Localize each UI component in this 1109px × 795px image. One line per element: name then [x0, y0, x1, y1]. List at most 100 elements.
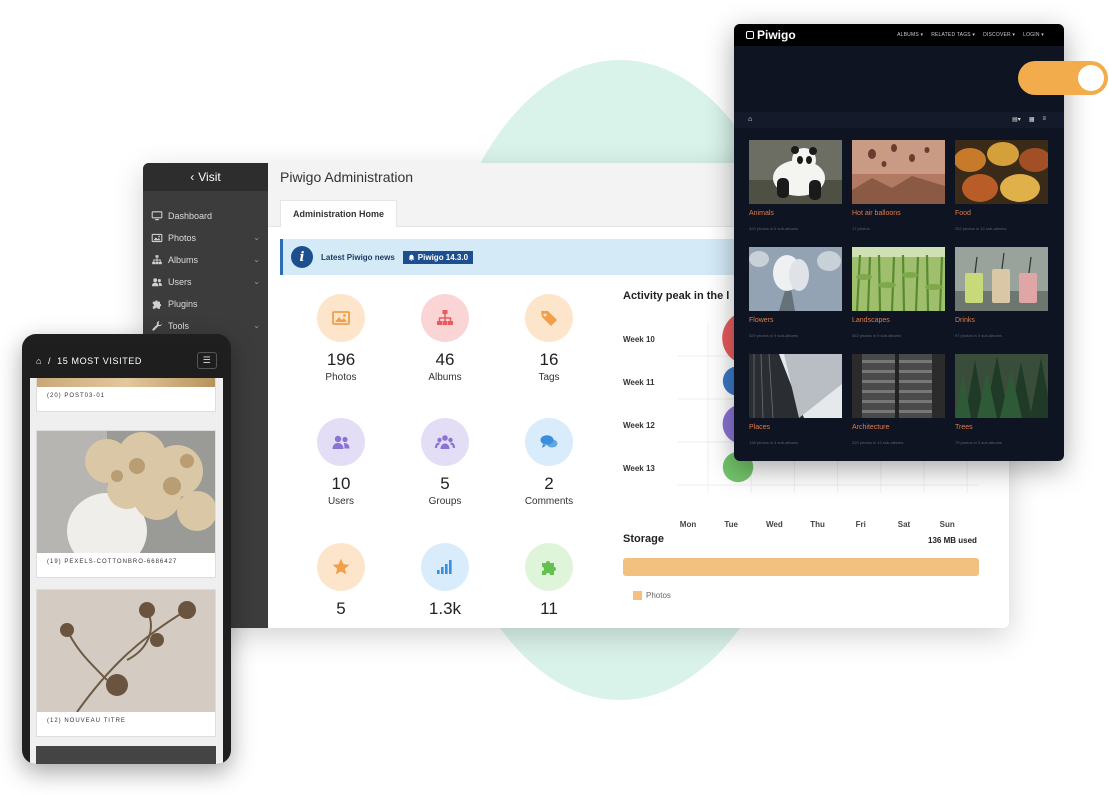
- album-title[interactable]: Drinks: [955, 317, 1048, 324]
- x-tick-label: Fri: [856, 520, 866, 528]
- gallery-navbar: Piwigo ALBUMS ▾ RELATED TAGS ▾ DISCOVER ▾ L…: [734, 24, 1064, 46]
- album-thumbnail: [749, 354, 842, 418]
- tab-administration-home[interactable]: Administration Home: [280, 200, 398, 227]
- mobile-list: (20) POST03-01 (19) PEXELS-COTTONBRO-668…: [30, 378, 223, 764]
- home-icon[interactable]: ⌂: [748, 116, 752, 123]
- list-item[interactable]: (19) PEXELS-COTTONBRO-6686427: [36, 430, 216, 578]
- list-icon[interactable]: ≡: [1042, 116, 1046, 123]
- gallery-nav-item[interactable]: RELATED TAGS ▾: [931, 32, 975, 38]
- stat-card[interactable]: 10 Users: [301, 418, 381, 507]
- album-title[interactable]: Trees: [955, 424, 1048, 431]
- sidebar-item-dashboard[interactable]: Dashboard: [143, 205, 268, 227]
- gallery-nav-item[interactable]: ALBUMS ▾: [897, 32, 923, 38]
- gallery-nav-item[interactable]: LOGIN ▾: [1023, 32, 1044, 38]
- hamburger-menu-button[interactable]: ☰: [197, 352, 217, 369]
- storage-bar: [623, 558, 979, 576]
- album-card-landscapes[interactable]: Landscapes 362 photos in 9 sub-albums: [852, 247, 945, 338]
- album-title[interactable]: Landscapes: [852, 317, 945, 324]
- album-title[interactable]: Flowers: [749, 317, 842, 324]
- photo-caption: (12) NOUVEAU TITRE: [47, 718, 126, 724]
- home-icon[interactable]: ⌂: [36, 356, 42, 366]
- album-card-hot-air-balloons[interactable]: Hot air balloons 17 photos: [852, 140, 945, 231]
- album-thumbnail: [852, 140, 945, 204]
- photo-caption: (20) POST03-01: [47, 393, 106, 399]
- album-title[interactable]: Places: [749, 424, 842, 431]
- signal-icon: [421, 543, 469, 591]
- list-item[interactable]: (20) POST03-01: [36, 378, 216, 412]
- sidebar-item-photos[interactable]: Photos ⌄: [143, 227, 268, 249]
- album-thumbnail: [749, 247, 842, 311]
- stat-card[interactable]: 2 Comments: [509, 418, 589, 507]
- album-card-trees[interactable]: Trees 79 photos in 3 sub-albums: [955, 354, 1048, 445]
- album-title[interactable]: Architecture: [852, 424, 945, 431]
- gallery-nav-menu: ALBUMS ▾ RELATED TAGS ▾ DISCOVER ▾ LOGIN ▾: [897, 32, 1044, 38]
- stat-card[interactable]: 11: [509, 543, 589, 619]
- gallery-tools: ▤▾ ▦ ≡: [1012, 116, 1046, 123]
- chevron-down-icon: ⌄: [253, 321, 260, 330]
- photo-thumbnail: [37, 378, 215, 387]
- sort-icon[interactable]: ▤▾: [1012, 116, 1021, 123]
- gallery-window: Piwigo ALBUMS ▾ RELATED TAGS ▾ DISCOVER ▾ L…: [734, 24, 1064, 461]
- album-card-architecture[interactable]: Architecture 220 photos in 13 sub-albums: [852, 354, 945, 445]
- storage-title: Storage: [623, 533, 664, 545]
- album-meta: 420 photos in 6 sub-albums: [749, 226, 799, 231]
- x-tick-label: Thu: [810, 520, 825, 528]
- grid-icon[interactable]: ▦: [1029, 116, 1035, 123]
- star-icon: [317, 543, 365, 591]
- stat-card[interactable]: 46 Albums: [405, 294, 485, 383]
- album-photo: [955, 247, 1048, 311]
- breadcrumb-separator: /: [48, 356, 52, 366]
- tag-icon: [525, 294, 573, 342]
- x-tick-label: Sat: [898, 520, 911, 528]
- dried-flowers-photo: [37, 590, 215, 712]
- y-tick-label: Week 12: [623, 421, 655, 430]
- visit-button[interactable]: ‹ Visit: [143, 163, 268, 191]
- sidebar-item-albums[interactable]: Albums ⌄: [143, 249, 268, 271]
- album-thumbnail: [955, 354, 1048, 418]
- chevron-down-icon: ⌄: [253, 277, 260, 286]
- stat-value: 46: [435, 350, 455, 369]
- album-photo: [955, 354, 1048, 418]
- stat-label: Comments: [524, 496, 574, 507]
- sidebar-item-label: Dashboard: [168, 211, 213, 221]
- gallery-logo[interactable]: Piwigo: [746, 28, 796, 42]
- album-card-drinks[interactable]: Drinks 97 photos in 3 sub-albums: [955, 247, 1048, 338]
- x-tick-label: Wed: [766, 520, 783, 528]
- album-card-flowers[interactable]: Flowers 329 photos in 9 sub-albums: [749, 247, 842, 338]
- gallery-nav-item[interactable]: DISCOVER ▾: [983, 32, 1015, 38]
- album-meta: 362 photos in 9 sub-albums: [852, 333, 902, 338]
- stat-label: Users: [327, 496, 355, 507]
- album-card-places[interactable]: Places 138 photos in 4 sub-albums: [749, 354, 842, 445]
- x-tick-label: Sun: [940, 520, 955, 528]
- info-icon: i: [291, 246, 313, 268]
- album-photo: [852, 247, 945, 311]
- album-photo: [749, 354, 842, 418]
- sidebar-menu: Dashboard Photos ⌄ Albums ⌄ Users ⌄ Plugins Tool…: [143, 191, 268, 337]
- album-card-animals[interactable]: Animals 420 photos in 6 sub-albums: [749, 140, 842, 231]
- album-title[interactable]: Animals: [749, 210, 842, 217]
- album-card-food[interactable]: Food 252 photos in 12 sub-albums: [955, 140, 1048, 231]
- chevron-left-icon: ‹: [190, 170, 195, 184]
- stat-card[interactable]: 196 Photos: [301, 294, 381, 383]
- theme-toggle[interactable]: [1018, 61, 1108, 95]
- list-item[interactable]: (12) NOUVEAU TITRE: [36, 589, 216, 737]
- sidebar-item-label: Photos: [168, 233, 197, 243]
- photo-thumbnail: [37, 431, 215, 553]
- sidebar-item-plugins[interactable]: Plugins: [143, 293, 268, 315]
- photo-caption: (19) PEXELS-COTTONBRO-6686427: [47, 559, 178, 565]
- y-tick-label: Week 13: [623, 464, 655, 473]
- news-badge[interactable]: Piwigo 14.3.0: [402, 250, 474, 264]
- album-thumbnail: [749, 140, 842, 204]
- stat-card[interactable]: 16 Tags: [509, 294, 589, 383]
- album-title[interactable]: Food: [955, 210, 1048, 217]
- sidebar-item-users[interactable]: Users ⌄: [143, 271, 268, 293]
- stat-value: 5: [336, 599, 346, 618]
- stat-card[interactable]: 1.3k: [405, 543, 485, 619]
- stat-card[interactable]: 5: [301, 543, 381, 619]
- stat-label: Photos: [325, 372, 357, 383]
- chevron-down-icon: ⌄: [253, 255, 260, 264]
- stat-card[interactable]: 5 Groups: [405, 418, 485, 507]
- stat-label: Groups: [428, 496, 462, 507]
- album-title[interactable]: Hot air balloons: [852, 210, 945, 217]
- wrench-icon: [151, 321, 163, 331]
